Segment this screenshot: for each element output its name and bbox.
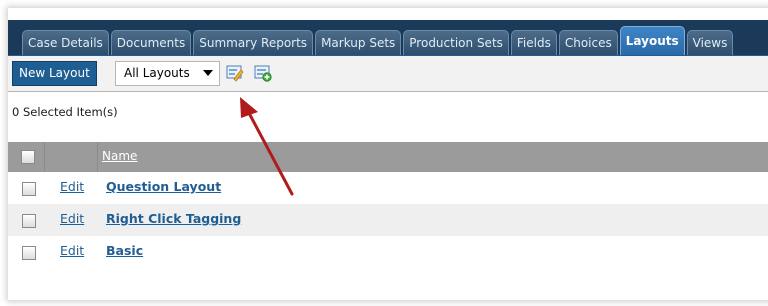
new-layout-button[interactable]: New Layout <box>12 61 97 86</box>
tab-views[interactable]: Views <box>686 30 734 55</box>
edit-link[interactable]: Edit <box>60 211 84 226</box>
table-row: Edit Question Layout <box>8 172 768 204</box>
chevron-down-icon <box>203 70 213 76</box>
layout-filter-value: All Layouts <box>124 66 190 80</box>
table-row: Edit Basic <box>8 236 768 268</box>
tab-markup-sets[interactable]: Markup Sets <box>315 30 402 55</box>
tab-fields[interactable]: Fields <box>510 30 557 55</box>
layout-name-link[interactable]: Basic <box>106 243 143 258</box>
table-header: Name <box>8 142 768 172</box>
tab-documents[interactable]: Documents <box>110 30 192 55</box>
toolbar: New Layout All Layouts <box>8 55 768 92</box>
edit-link[interactable]: Edit <box>60 243 84 258</box>
add-layout-icon[interactable] <box>254 64 272 82</box>
tab-list: Case Details Documents Summary Reports M… <box>22 23 735 55</box>
select-all-checkbox[interactable] <box>21 150 35 164</box>
row-checkbox[interactable] <box>22 246 36 260</box>
layout-name-link[interactable]: Question Layout <box>106 179 221 194</box>
layout-filter-select[interactable]: All Layouts <box>115 61 220 86</box>
row-checkbox[interactable] <box>22 214 36 228</box>
row-checkbox[interactable] <box>22 182 36 196</box>
edit-layout-icon[interactable] <box>226 64 244 82</box>
tab-production-sets[interactable]: Production Sets <box>403 30 509 55</box>
column-divider <box>44 142 45 172</box>
column-divider <box>97 142 98 172</box>
tab-case-details[interactable]: Case Details <box>22 30 109 55</box>
selected-count: 0 Selected Item(s) <box>12 105 118 119</box>
table-row: Edit Right Click Tagging <box>8 204 768 236</box>
edit-link[interactable]: Edit <box>60 179 84 194</box>
app-window: Case Details Documents Summary Reports M… <box>8 8 768 300</box>
name-column-header[interactable]: Name <box>102 149 137 163</box>
tab-summary-reports[interactable]: Summary Reports <box>193 30 314 55</box>
layout-name-link[interactable]: Right Click Tagging <box>106 211 241 226</box>
tab-choices[interactable]: Choices <box>558 30 618 55</box>
tab-layouts[interactable]: Layouts <box>619 26 685 55</box>
